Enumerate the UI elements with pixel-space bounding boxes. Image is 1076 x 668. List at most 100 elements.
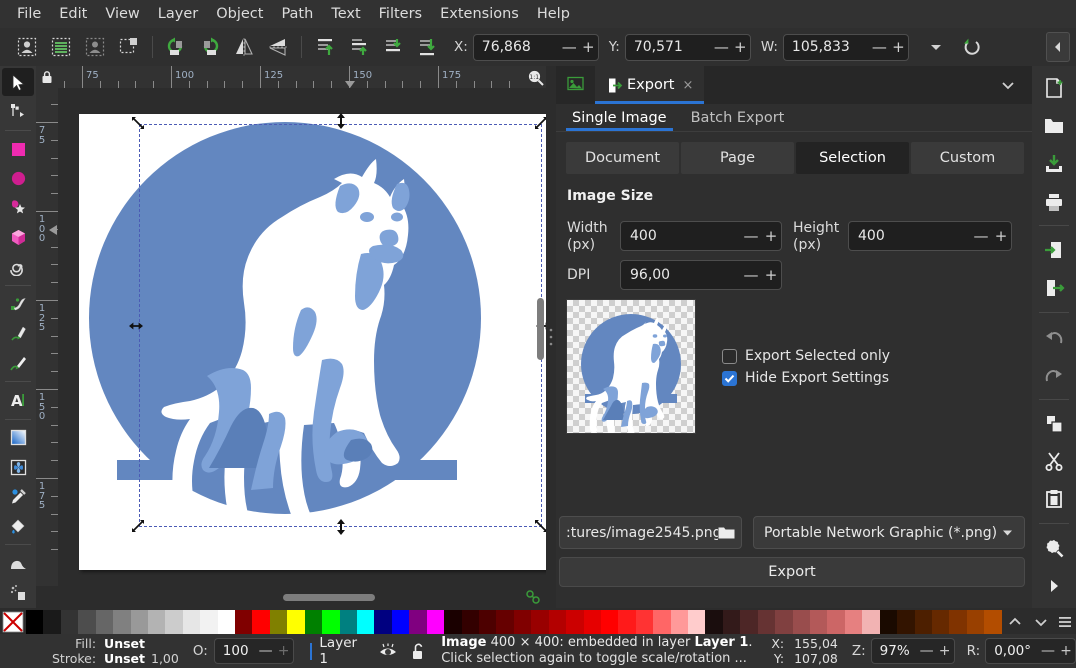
duplicate-icon[interactable] xyxy=(1037,408,1071,440)
selector-tool[interactable] xyxy=(2,68,34,97)
segment-custom[interactable]: Custom xyxy=(911,142,1024,174)
menu-object[interactable]: Object xyxy=(207,3,272,25)
menu-extensions[interactable]: Extensions xyxy=(431,3,528,25)
subtab-single-image[interactable]: Single Image xyxy=(566,110,673,131)
calligraphy-tool[interactable] xyxy=(2,349,34,377)
lower-icon[interactable] xyxy=(376,32,410,62)
palette-swatch[interactable] xyxy=(984,610,1002,634)
export-filename-input[interactable]: :tures/image2545.png xyxy=(559,516,742,549)
hide-export-settings-checkbox[interactable] xyxy=(722,370,737,386)
w-increment-button[interactable]: + xyxy=(889,35,908,60)
w-decrement-button[interactable]: — xyxy=(870,35,889,60)
document-page[interactable] xyxy=(79,113,546,570)
ruler-lock-icon[interactable] xyxy=(36,66,58,88)
ellipse-tool[interactable] xyxy=(2,164,34,192)
palette-swatch[interactable] xyxy=(897,610,915,634)
rotation-input[interactable]: 0,00° — + xyxy=(985,638,1076,664)
palette-swatch[interactable] xyxy=(409,610,427,634)
palette-swatch[interactable] xyxy=(95,610,114,634)
gradient-tool[interactable] xyxy=(2,424,34,452)
pencil-tool[interactable] xyxy=(2,319,34,347)
raise-to-top-icon[interactable] xyxy=(308,32,342,62)
segment-page[interactable]: Page xyxy=(681,142,794,174)
palette-swatch[interactable] xyxy=(600,610,619,634)
width-input[interactable]: 400 — + xyxy=(620,221,782,251)
palette-swatch[interactable] xyxy=(827,610,845,634)
chevron-up-icon[interactable] xyxy=(1002,610,1028,634)
palette-swatch[interactable] xyxy=(339,610,358,634)
import-icon[interactable] xyxy=(1037,234,1071,266)
x-input[interactable]: 76,868 — + xyxy=(472,33,599,61)
tab-export[interactable]: Export × xyxy=(595,66,705,104)
mesh-gradient-tool[interactable] xyxy=(2,453,34,481)
fill-stroke-indicator[interactable]: Fill: Unset Stroke: Unset 1,00 xyxy=(52,636,179,666)
menu-file[interactable]: File xyxy=(8,3,50,25)
zoom-decrement-button[interactable]: — xyxy=(918,639,936,663)
node-tool[interactable] xyxy=(2,97,34,125)
w-input[interactable]: 105,833 — + xyxy=(782,33,909,61)
palette-swatch[interactable] xyxy=(426,610,445,634)
palette-swatch[interactable] xyxy=(809,610,828,634)
scale-handle-bottom-left[interactable] xyxy=(131,519,145,533)
height-increment-button[interactable]: + xyxy=(991,222,1011,250)
print-icon[interactable] xyxy=(1037,186,1071,218)
hide-export-settings-row[interactable]: Hide Export Settings xyxy=(722,370,889,386)
rectangle-tool[interactable] xyxy=(2,135,34,163)
palette-swatch[interactable] xyxy=(130,610,148,634)
menu-edit[interactable]: Edit xyxy=(50,3,96,25)
paste-icon[interactable] xyxy=(1037,483,1071,515)
vertical-ruler[interactable]: 75 100 125 150 175 xyxy=(36,88,58,586)
flip-horizontal-icon[interactable] xyxy=(227,32,261,62)
x-increment-button[interactable]: + xyxy=(579,35,598,60)
rotation-increment-button[interactable]: + xyxy=(1057,639,1075,663)
drawing-canvas[interactable] xyxy=(58,88,546,586)
snap-toggle-icon[interactable] xyxy=(524,588,542,606)
scale-handle-top-center[interactable] xyxy=(334,113,348,129)
palette-swatch[interactable] xyxy=(531,610,549,634)
folder-open-icon[interactable] xyxy=(718,525,735,540)
palette-swatch[interactable] xyxy=(862,610,880,634)
palette-swatch[interactable] xyxy=(775,610,793,634)
palette-swatch[interactable] xyxy=(670,610,689,634)
palette-swatch[interactable] xyxy=(200,610,218,634)
unlock-icon[interactable] xyxy=(411,643,427,660)
menu-text[interactable]: Text xyxy=(322,3,369,25)
palette-swatch[interactable] xyxy=(635,610,654,634)
palette-swatch[interactable] xyxy=(931,610,950,634)
menu-help[interactable]: Help xyxy=(528,3,579,25)
palette-swatch[interactable] xyxy=(705,610,723,634)
y-input[interactable]: 70,571 — + xyxy=(624,33,751,61)
canvas-horizontal-scrollbar[interactable] xyxy=(58,586,546,608)
export-selected-only-checkbox[interactable] xyxy=(722,348,737,364)
y-increment-button[interactable]: + xyxy=(731,35,750,60)
palette-swatch[interactable] xyxy=(60,610,79,634)
palette-swatch[interactable] xyxy=(496,610,514,634)
palette-swatch[interactable] xyxy=(304,610,323,634)
select-all-in-layers-icon[interactable] xyxy=(44,32,78,62)
segment-selection[interactable]: Selection xyxy=(796,142,909,174)
palette-swatch[interactable] xyxy=(252,610,270,634)
palette-swatch[interactable] xyxy=(461,610,479,634)
palette-swatch[interactable] xyxy=(914,610,932,634)
palette-swatch[interactable] xyxy=(478,610,497,634)
dropper-tool[interactable] xyxy=(2,482,34,510)
pen-tool[interactable] xyxy=(2,290,34,318)
spiral-tool[interactable] xyxy=(2,253,34,281)
horizontal-ruler[interactable]: 75 100 125 150 175 xyxy=(58,66,546,88)
box3d-tool[interactable] xyxy=(2,223,34,251)
tweak-tool[interactable] xyxy=(2,549,34,577)
export-format-select[interactable]: Portable Network Graphic (*.png) xyxy=(753,516,1025,549)
zoom-1to1-icon[interactable]: 1:1 xyxy=(525,67,545,87)
export-selected-only-row[interactable]: Export Selected only xyxy=(722,348,890,364)
dock-resize-handle[interactable] xyxy=(546,66,556,608)
palette-swatch[interactable] xyxy=(43,610,61,634)
palette-swatch[interactable] xyxy=(182,610,201,634)
palette-swatch[interactable] xyxy=(513,610,532,634)
y-decrement-button[interactable]: — xyxy=(712,35,731,60)
palette-swatch[interactable] xyxy=(844,610,863,634)
chevron-down-icon[interactable] xyxy=(923,34,949,60)
chevron-down-icon[interactable] xyxy=(1028,610,1054,634)
scale-handle-middle-left[interactable] xyxy=(129,319,143,333)
palette-swatch[interactable] xyxy=(287,610,305,634)
palette-swatch[interactable] xyxy=(966,610,985,634)
